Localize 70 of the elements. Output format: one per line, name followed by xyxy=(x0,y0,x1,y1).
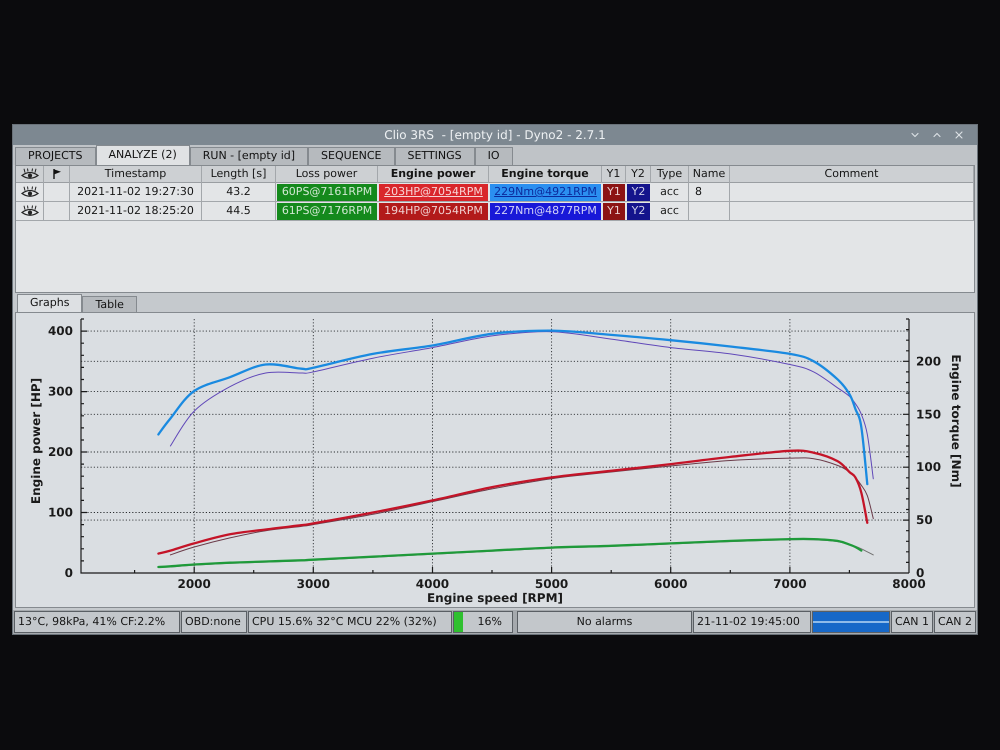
tab[interactable]: SETTINGS xyxy=(394,147,475,165)
table-cell: 60PS@7161RPM xyxy=(277,184,377,200)
tab[interactable]: Graphs xyxy=(17,294,82,312)
tab[interactable]: Table xyxy=(82,296,137,312)
close-icon xyxy=(953,129,965,141)
column-header[interactable]: Loss power xyxy=(276,166,378,182)
axis-tick-label: 6000 xyxy=(654,577,688,591)
axis-title: Engine speed [RPM] xyxy=(426,591,564,605)
table-cell: 61PS@7176RPM xyxy=(277,203,377,220)
tab[interactable]: ANALYZE (2) xyxy=(96,145,190,165)
table-cell: acc xyxy=(651,183,689,202)
axis-title: Engine power [HP] xyxy=(29,378,43,504)
axis-tick-label: 3000 xyxy=(296,577,330,591)
flag-icon xyxy=(52,169,60,180)
axis-tick-label: 0 xyxy=(916,566,924,580)
status-field: OBD:none xyxy=(181,611,247,633)
axis-tick-label: 50 xyxy=(916,513,933,528)
table-cell: Y1 xyxy=(603,184,625,200)
column-header[interactable]: Type xyxy=(651,166,689,182)
table-cell: 203HP@7054RPM xyxy=(379,184,488,200)
column-header[interactable]: Engine power xyxy=(378,166,489,182)
axis-tick-label: 0 xyxy=(64,566,73,580)
status-field: CAN 1 xyxy=(891,611,933,633)
axis-tick-label: 4000 xyxy=(416,577,450,591)
axis-tick-label: 200 xyxy=(916,354,942,368)
axis-tick-label: 7000 xyxy=(773,577,807,591)
column-header[interactable]: Y2 xyxy=(626,166,651,182)
axis-tick-label: 5000 xyxy=(534,577,568,591)
axis-tick-label: 100 xyxy=(48,506,73,520)
table-cell: 44.5 xyxy=(202,202,276,220)
table-cell: 194HP@7054RPM xyxy=(379,203,488,220)
table-cell: 2021-11-02 18:25:20 xyxy=(70,202,202,220)
eye-icon xyxy=(20,168,38,180)
column-header[interactable]: Timestamp xyxy=(70,166,202,182)
tab[interactable]: PROJECTS xyxy=(15,147,96,165)
status-field: 13°C, 98kPa, 41% CF:2.2% xyxy=(14,611,180,633)
table-cell: 2021-11-02 19:27:30 xyxy=(70,183,202,202)
eye-icon[interactable] xyxy=(20,186,38,198)
progress-reading: 16% xyxy=(478,614,502,630)
table-cell: Y1 xyxy=(603,203,625,220)
axis-tick-label: 200 xyxy=(48,445,73,460)
table-cell: acc xyxy=(651,202,689,220)
table-cell: 227Nm@4877RPM xyxy=(490,203,601,220)
column-header[interactable]: Y1 xyxy=(602,166,626,182)
close-button[interactable] xyxy=(953,129,965,141)
axis-tick-label: 300 xyxy=(48,384,73,399)
table-cell: Y2 xyxy=(627,203,650,220)
tab[interactable]: IO xyxy=(474,147,513,165)
window-title: Clio 3RS - [empty id] - Dyno2 - 2.7.1 xyxy=(383,127,607,144)
tab[interactable]: SEQUENCE xyxy=(308,147,394,165)
column-header[interactable]: Name xyxy=(689,166,730,182)
column-header[interactable]: Length [s] xyxy=(202,166,276,182)
table-cell: 229Nm@4921RPM xyxy=(490,184,601,200)
eye-icon[interactable] xyxy=(20,205,38,218)
status-field: CPU 15.6% 32°C MCU 22% (32%) xyxy=(248,611,452,633)
column-header[interactable]: Engine torque xyxy=(489,166,602,182)
table-cell: Y2 xyxy=(627,184,650,200)
axis-tick-label: 8000 xyxy=(892,577,926,591)
axis-tick-label: 2000 xyxy=(177,577,211,591)
table-cell: 43.2 xyxy=(202,183,276,202)
axis-tick-label: 150 xyxy=(916,407,942,422)
status-field: CAN 2 xyxy=(934,611,976,633)
tab[interactable]: RUN - [empty id] xyxy=(190,147,308,165)
axis-tick-label: 100 xyxy=(916,460,942,474)
status-field: 21-11-02 19:45:00 xyxy=(693,611,811,633)
status-field: No alarms xyxy=(517,611,692,633)
axis-title: Engine torque [Nm] xyxy=(949,354,963,488)
table-cell: 8 xyxy=(689,183,730,202)
column-header[interactable]: Comment xyxy=(730,166,974,182)
axis-tick-label: 400 xyxy=(48,324,73,338)
